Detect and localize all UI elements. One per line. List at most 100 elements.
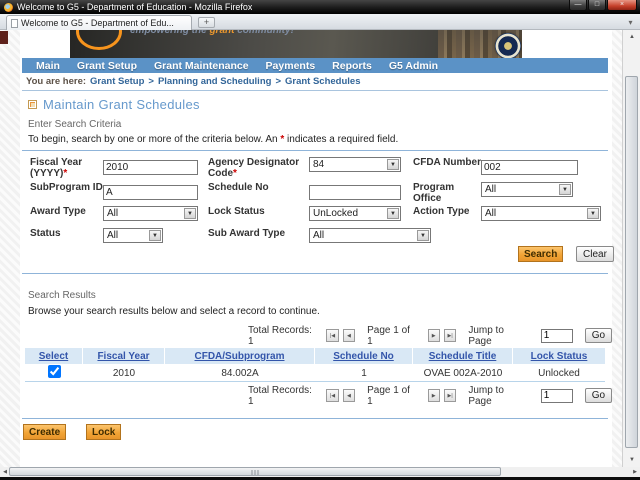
page-content: empowering the grant community! Main Gra…: [20, 30, 612, 467]
first-page-icon[interactable]: |◀: [326, 389, 338, 402]
lock-button[interactable]: Lock: [86, 424, 121, 440]
next-page-icon[interactable]: ▶: [428, 389, 440, 402]
breadcrumb-link-grant-setup[interactable]: Grant Setup: [90, 76, 144, 87]
lock-status-value: UnLocked: [313, 208, 358, 219]
new-tab-button[interactable]: +: [198, 17, 215, 28]
total-records: Total Records: 1: [248, 325, 316, 347]
scroll-right-icon[interactable]: ▶: [630, 467, 640, 477]
chevron-down-icon: ▼: [417, 230, 429, 241]
jump-to-page-input[interactable]: [541, 389, 573, 403]
section-divider: [22, 418, 608, 419]
maximize-button[interactable]: □: [588, 0, 606, 11]
nav-item-grant-setup[interactable]: Grant Setup: [77, 60, 137, 72]
row-select-checkbox[interactable]: [48, 365, 61, 378]
g5-logo-swoosh: [76, 30, 122, 50]
agency-designator-value: 84: [313, 159, 324, 170]
search-instructions: To begin, search by one or more of the c…: [28, 134, 398, 145]
window-controls: — □ ×: [568, 0, 637, 14]
horizontal-scrollbar: ◀ ▶: [0, 467, 640, 477]
last-page-icon[interactable]: ▶|: [444, 389, 456, 402]
header-schedule-no[interactable]: Schedule No: [315, 348, 413, 365]
subprogram-id-label: SubProgram ID: [30, 182, 103, 193]
award-type-select[interactable]: All ▼: [103, 206, 198, 221]
nav-item-grant-maintenance[interactable]: Grant Maintenance: [154, 60, 249, 72]
breadcrumb-separator: >: [275, 76, 281, 87]
window-edge-artifact: [0, 31, 8, 44]
go-button[interactable]: Go: [585, 328, 612, 343]
window-titlebar: Welcome to G5 - Department of Education …: [0, 0, 640, 14]
previous-page-icon[interactable]: ◀: [343, 329, 355, 342]
section-bullet-icon: [28, 100, 37, 109]
page-indicator: Page 1 of 1: [367, 385, 415, 407]
jump-to-page-label: Jump to Page: [468, 385, 526, 407]
status-label: Status: [30, 228, 103, 239]
status-value: All: [107, 230, 118, 241]
pagination-bottom: Total Records: 1 |◀ ◀ Page 1 of 1 ▶ ▶| J…: [248, 388, 612, 403]
page-title: Maintain Grant Schedules: [43, 97, 200, 112]
header-select[interactable]: Select: [25, 348, 83, 365]
scroll-down-icon[interactable]: ▼: [623, 453, 640, 467]
tagline-suffix: community!: [234, 30, 293, 36]
lock-status-select[interactable]: UnLocked ▼: [309, 206, 401, 221]
firefox-icon: [4, 3, 13, 12]
form-row-4: Status All ▼ Sub Award Type All ▼: [30, 228, 608, 243]
agency-designator-select[interactable]: 84 ▼: [309, 157, 401, 172]
header-fiscal-year[interactable]: Fiscal Year: [83, 348, 165, 365]
window-title: Welcome to G5 - Department of Education …: [17, 2, 252, 12]
breadcrumb-link-grant-schedules[interactable]: Grant Schedules: [285, 76, 361, 87]
close-button[interactable]: ×: [607, 0, 637, 11]
program-office-select[interactable]: All ▼: [481, 182, 573, 197]
schedule-no-label: Schedule No: [208, 182, 309, 193]
sub-award-type-select[interactable]: All ▼: [309, 228, 431, 243]
tagline-highlight: grant: [209, 30, 234, 36]
scroll-up-icon[interactable]: ▲: [623, 30, 640, 44]
chevron-down-icon: ▼: [559, 184, 571, 195]
breadcrumb-link-planning-scheduling[interactable]: Planning and Scheduling: [158, 76, 271, 87]
next-page-icon[interactable]: ▶: [428, 329, 440, 342]
total-records: Total Records: 1: [248, 385, 316, 407]
pagination-top: Total Records: 1 |◀ ◀ Page 1 of 1 ▶ ▶| J…: [248, 328, 612, 343]
program-office-label: Program Office: [413, 182, 481, 204]
jump-to-page-label: Jump to Page: [468, 325, 526, 347]
last-page-icon[interactable]: ▶|: [444, 329, 456, 342]
scrollbar-grip-icon: [252, 470, 259, 475]
vertical-scrollbar: ▲ ▼: [622, 30, 640, 467]
clear-button[interactable]: Clear: [576, 246, 614, 262]
nav-item-payments[interactable]: Payments: [266, 60, 316, 72]
subprogram-id-input[interactable]: [103, 185, 198, 200]
nav-item-g5-admin[interactable]: G5 Admin: [389, 60, 438, 72]
vertical-scrollbar-thumb[interactable]: [625, 76, 638, 448]
minimize-button[interactable]: —: [569, 0, 587, 11]
form-row-3: Award Type All ▼ Lock Status UnLocked ▼ …: [30, 206, 608, 221]
form-row-1: Fiscal Year (YYYY)* Agency Designator Co…: [30, 157, 608, 179]
browser-viewport: empowering the grant community! Main Gra…: [0, 30, 622, 467]
previous-page-icon[interactable]: ◀: [343, 389, 355, 402]
horizontal-scrollbar-thumb[interactable]: [9, 467, 501, 476]
action-type-value: All: [485, 208, 496, 219]
banner-flag-image: [365, 35, 387, 46]
fiscal-year-input[interactable]: [103, 160, 198, 175]
table-row: 2010 84.002A 1 OVAE 002A-2010 Unlocked: [25, 365, 605, 382]
create-button[interactable]: Create: [23, 424, 66, 440]
header-cfda-subprogram[interactable]: CFDA/Subprogram: [165, 348, 315, 365]
section-divider: [22, 273, 608, 274]
tab-list-dropdown-icon[interactable]: ▾: [624, 17, 637, 28]
nav-item-main[interactable]: Main: [36, 60, 60, 72]
search-results-heading: Search Results: [28, 290, 96, 301]
chevron-down-icon: ▼: [587, 208, 599, 219]
jump-to-page-input[interactable]: [541, 329, 573, 343]
first-page-icon[interactable]: |◀: [326, 329, 338, 342]
header-lock-status[interactable]: Lock Status: [513, 348, 605, 365]
nav-item-reports[interactable]: Reports: [332, 60, 372, 72]
award-type-value: All: [107, 208, 118, 219]
go-button[interactable]: Go: [585, 388, 612, 403]
status-select[interactable]: All ▼: [103, 228, 163, 243]
breadcrumb-separator: >: [148, 76, 154, 87]
search-button[interactable]: Search: [518, 246, 563, 262]
action-type-select[interactable]: All ▼: [481, 206, 601, 221]
schedule-no-input[interactable]: [309, 185, 401, 200]
cfda-number-input[interactable]: [481, 160, 578, 175]
tab-welcome-g5[interactable]: Welcome to G5 - Department of Edu...: [6, 15, 192, 30]
cell-schedule-no: 1: [315, 368, 413, 379]
header-schedule-title[interactable]: Schedule Title: [413, 348, 513, 365]
